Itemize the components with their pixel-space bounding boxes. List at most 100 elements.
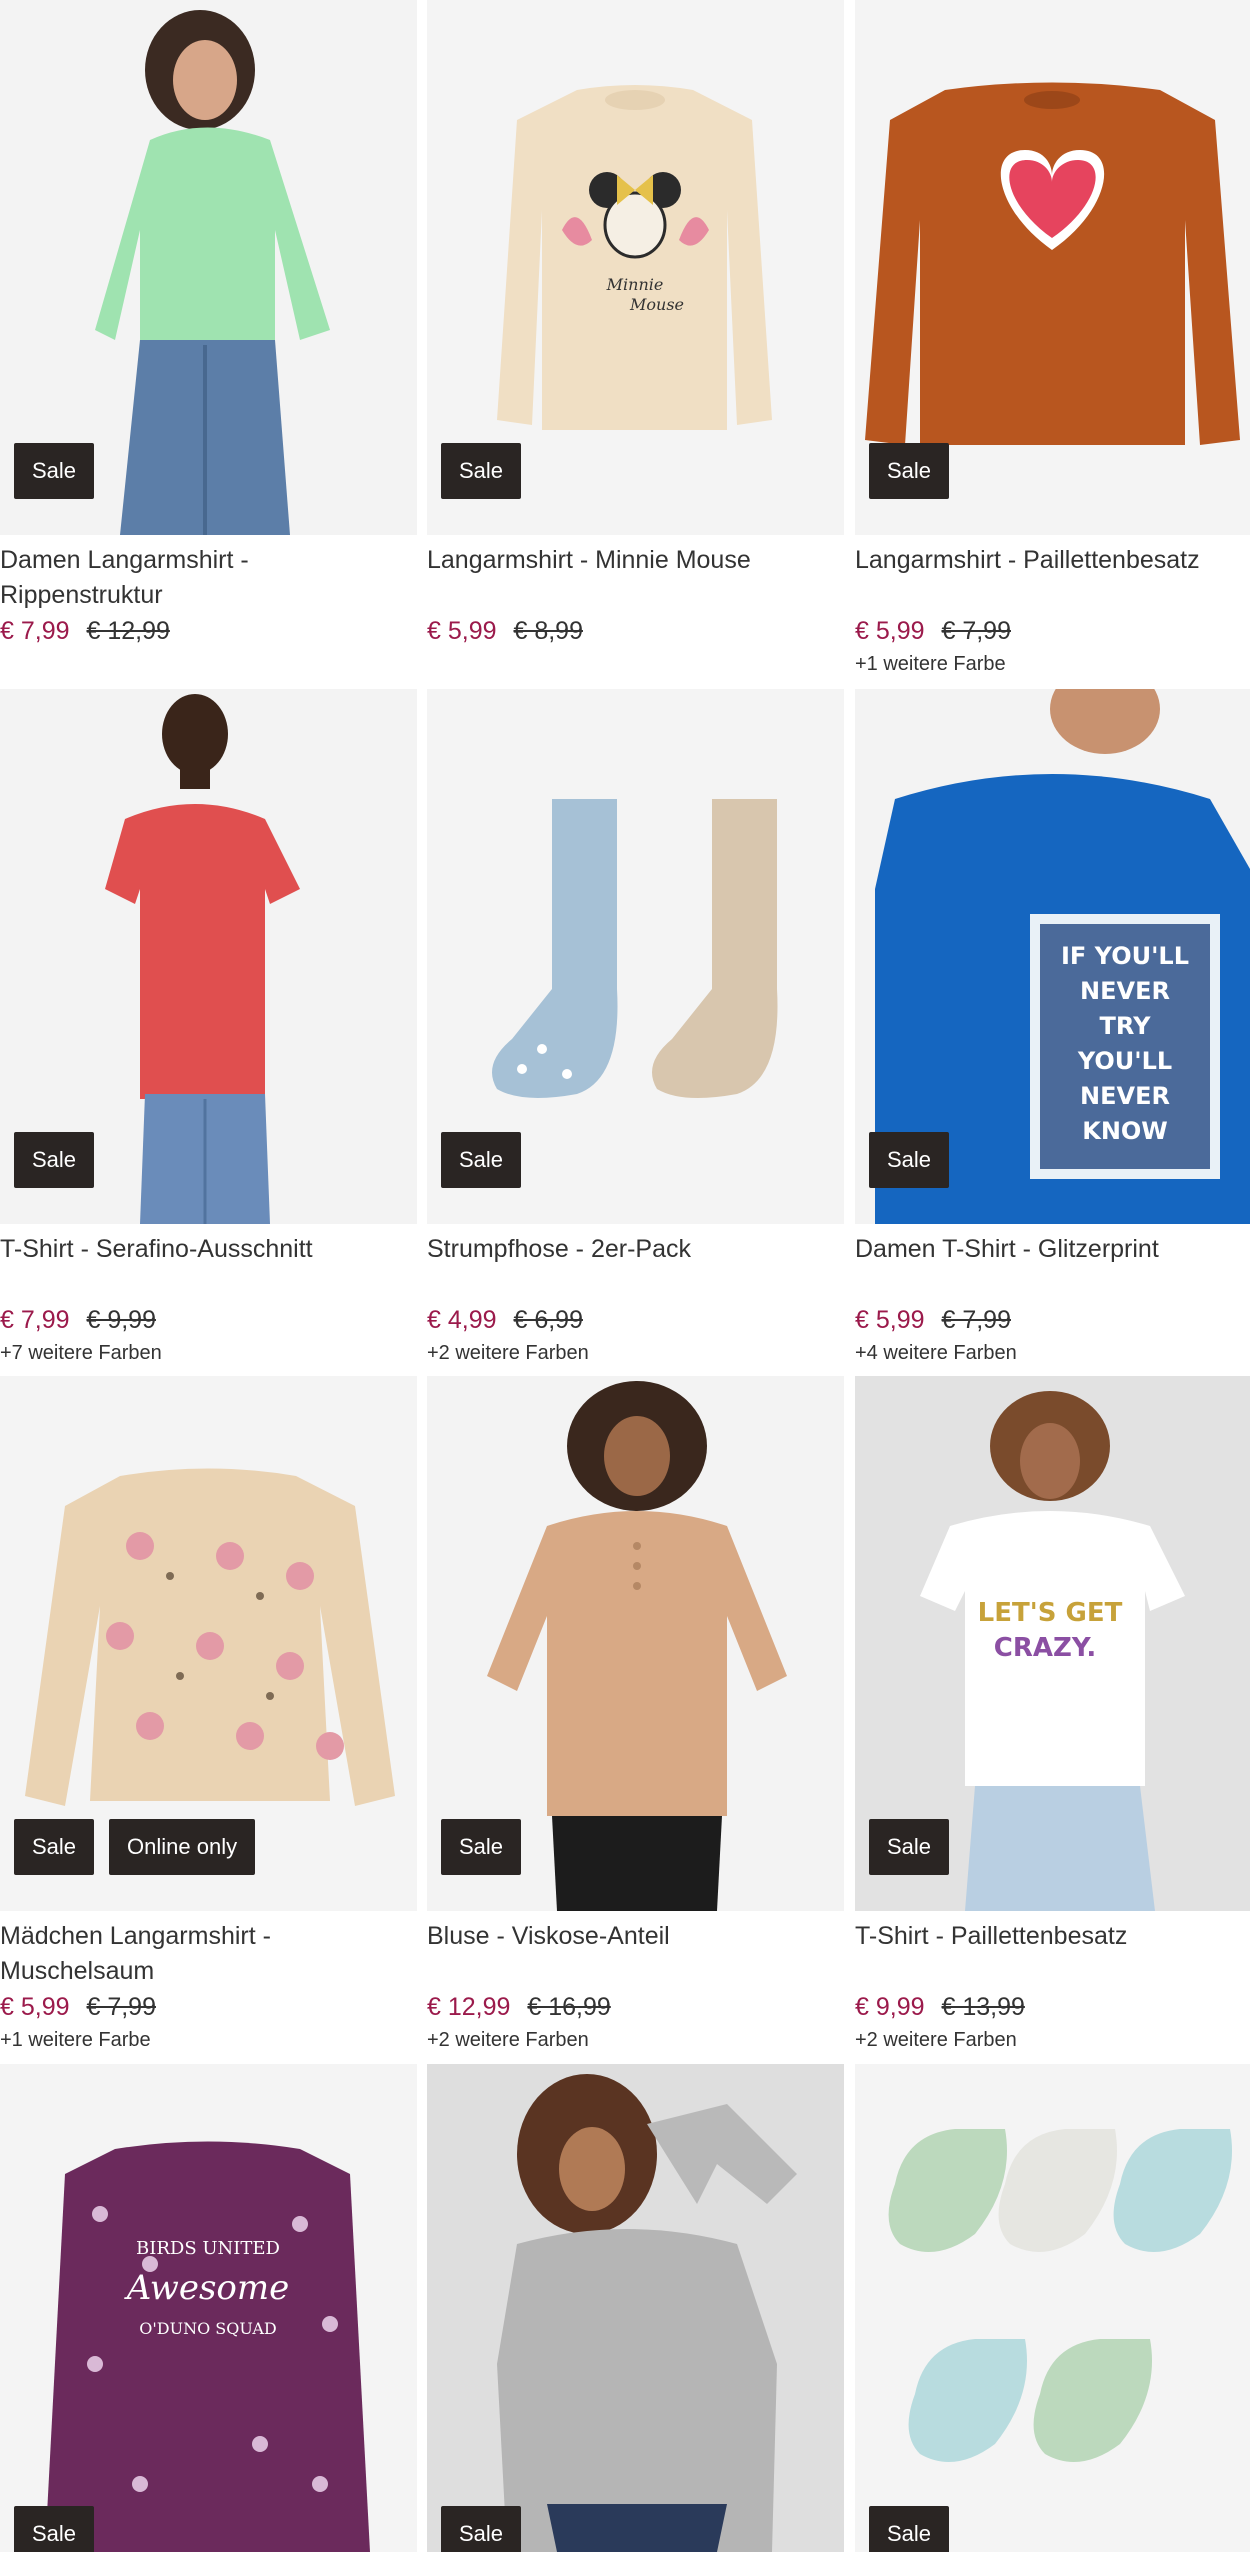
product-image[interactable]: Sale [427,689,844,1224]
sale-badge: Sale [441,1132,522,1188]
badge-list: Sale [869,2506,950,2552]
badge-list: Sale [14,443,95,499]
badge-list: Sale [441,2506,522,2552]
product-title[interactable]: Damen T-Shirt - Glitzerprint [855,1232,1250,1302]
badge-list: Sale [869,1819,950,1875]
floral-purple-longsleeve-icon: BIRDS UNITED Awesome O'DUNO SQUAD [0,2064,417,2552]
price-row: € 5,99 € 7,99 [855,613,1250,649]
current-price: € 7,99 [0,1306,70,1334]
current-price: € 12,99 [427,1993,511,2021]
product-card[interactable]: Sale Langarmshirt - Paillettenbesatz € 5… [855,0,1250,679]
product-image[interactable]: Sale [427,2064,844,2552]
badge-list: Sale Online only [14,1819,256,1875]
current-price: € 5,99 [0,1993,70,2021]
product-card[interactable]: Sale [855,2064,1250,2552]
product-image[interactable]: Sale [855,0,1250,535]
sale-badge: Sale [869,1819,950,1875]
product-image[interactable]: Sale [0,689,417,1224]
old-price: € 6,99 [513,1306,583,1334]
print-text: CRAZY. [994,1633,1096,1663]
print-text: NEVER [1080,977,1170,1005]
old-price: € 8,99 [513,617,583,645]
more-colors-note: +2 weitere Farben [427,2029,589,2051]
current-price: € 4,99 [427,1306,497,1334]
product-card[interactable]: Sale Online only Mädchen Langarmshirt - … [0,1376,417,2055]
price-row: € 5,99 € 7,99 [0,1989,417,2025]
old-price: € 12,99 [86,617,170,645]
product-title[interactable]: Langarmshirt - Minnie Mouse [427,543,844,613]
print-text: YOU'LL [1077,1047,1172,1075]
product-image[interactable]: BIRDS UNITED Awesome O'DUNO SQUAD Sale [0,2064,417,2552]
price-row: € 7,99 € 9,99 [0,1302,417,1338]
product-image[interactable]: LET'S GET CRAZY. Sale [855,1376,1250,1911]
socks-set-icon [855,2064,1250,2552]
print-text: Mouse [629,295,684,314]
product-card[interactable]: LET'S GET CRAZY. Sale T-Shirt - Paillett… [855,1376,1250,2055]
price-row: € 5,99 € 8,99 [427,613,844,649]
old-price: € 9,99 [86,1306,156,1334]
print-text: Awesome [124,2268,290,2308]
more-colors-note [0,649,417,679]
badge-list: Sale [869,1132,950,1188]
product-image[interactable]: Sale [0,0,417,535]
price-row: € 5,99 € 7,99 [855,1302,1250,1338]
product-card[interactable]: Sale Strumpfhose - 2er-Pack € 4,99 € 6,9… [427,689,844,1368]
sale-badge: Sale [441,1819,522,1875]
product-title[interactable]: Bluse - Viskose-Anteil [427,1919,844,1989]
print-text: IF YOU'LL [1061,942,1189,970]
more-colors-note: +1 weitere Farbe [0,2029,151,2051]
print-text: KNOW [1082,1117,1168,1145]
product-title[interactable]: Langarmshirt - Paillettenbesatz [855,543,1250,613]
product-image[interactable]: Sale [855,2064,1250,2552]
product-title[interactable]: T-Shirt - Paillettenbesatz [855,1919,1250,1989]
sale-badge: Sale [14,443,95,499]
sale-badge: Sale [869,443,950,499]
product-title[interactable]: T-Shirt - Serafino-Ausschnitt [0,1232,417,1302]
more-colors-note: +2 weitere Farben [855,2029,1017,2051]
more-colors-note: +4 weitere Farben [855,1342,1017,1364]
sale-badge: Sale [869,2506,950,2552]
old-price: € 16,99 [527,1993,611,2021]
badge-list: Sale [441,443,522,499]
print-text: Minnie [606,275,664,294]
product-title[interactable]: Strumpfhose - 2er-Pack [427,1232,844,1302]
grey-sweater-model-icon [427,2064,844,2552]
product-image[interactable]: Sale Online only [0,1376,417,1911]
product-image[interactable]: Sale [427,1376,844,1911]
product-title[interactable]: Mädchen Langarmshirt - Muschelsaum [0,1919,417,1989]
product-card[interactable]: BIRDS UNITED Awesome O'DUNO SQUAD Sale [0,2064,417,2552]
more-colors-note: +2 weitere Farben [427,1342,589,1364]
product-card[interactable]: Sale T-Shirt - Serafino-Ausschnitt € 7,9… [0,689,417,1368]
product-card[interactable]: IF YOU'LL NEVER TRY YOU'LL NEVER KNOW Sa… [855,689,1250,1368]
price-row: € 7,99 € 12,99 [0,613,417,649]
sale-badge: Sale [441,2506,522,2552]
current-price: € 9,99 [855,1993,925,2021]
badge-list: Sale [441,1132,522,1188]
more-colors-note [427,649,844,679]
old-price: € 7,99 [941,617,1011,645]
print-text: TRY [1100,1012,1152,1040]
print-text: LET'S GET [978,1598,1123,1628]
sale-badge: Sale [14,1132,95,1188]
badge-list: Sale [869,443,950,499]
product-card[interactable]: Sale Damen Langarmshirt - Rippenstruktur… [0,0,417,679]
more-colors-note: +1 weitere Farbe [855,653,1006,675]
old-price: € 13,99 [941,1993,1025,2021]
price-row: € 4,99 € 6,99 [427,1302,844,1338]
print-text: O'DUNO SQUAD [139,2319,276,2338]
product-image[interactable]: Minnie Mouse Sale [427,0,844,535]
old-price: € 7,99 [941,1306,1011,1334]
price-row: € 9,99 € 13,99 [855,1989,1250,2025]
product-title[interactable]: Damen Langarmshirt - Rippenstruktur [0,543,417,613]
product-image[interactable]: IF YOU'LL NEVER TRY YOU'LL NEVER KNOW Sa… [855,689,1250,1224]
product-card[interactable]: Sale [427,2064,844,2552]
product-card[interactable]: Minnie Mouse Sale Langarmshirt - Minnie … [427,0,844,679]
sale-badge: Sale [14,1819,95,1875]
product-card[interactable]: Sale Bluse - Viskose-Anteil € 12,99 € 16… [427,1376,844,2055]
price-row: € 12,99 € 16,99 [427,1989,844,2025]
more-colors-note: +7 weitere Farben [0,1342,162,1364]
current-price: € 7,99 [0,617,70,645]
current-price: € 5,99 [427,617,497,645]
current-price: € 5,99 [855,1306,925,1334]
online-only-badge: Online only [109,1819,256,1875]
